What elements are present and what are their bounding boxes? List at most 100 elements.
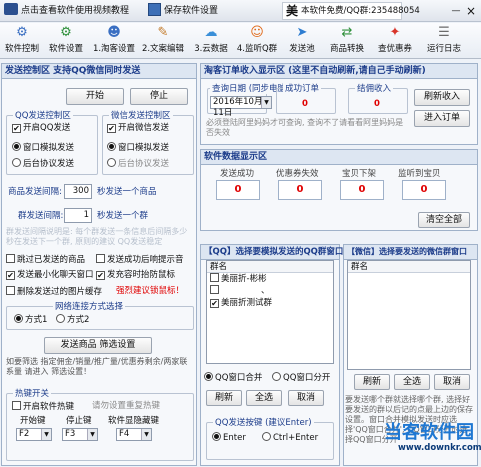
wx-send-control-title: 微信发送控制区 xyxy=(109,109,173,121)
hotkey-duplicate-note: 请勿设置重复热键 xyxy=(92,401,161,411)
chevron-down-icon: ▼ xyxy=(141,429,151,440)
group-interval-input[interactable]: 1 xyxy=(64,208,92,223)
tool-taoke-settings[interactable]: ☻ 1.淘客设置 xyxy=(90,24,138,58)
hotkey-hide-label: 软件显隐藏键 xyxy=(108,416,160,426)
qq-group-list: 群名 美丽折-彬彬 、 ✔ 美丽折测试群 xyxy=(206,260,334,364)
network-mode2-radio[interactable]: 方式2 xyxy=(56,314,89,326)
success-orders-value: 0 xyxy=(302,99,308,109)
hotkey-enable-checkbox[interactable]: 开启软件热键 xyxy=(12,401,74,413)
qq-send-key-title: QQ发送按键 (建议Enter) xyxy=(213,416,314,428)
group-interval-label: 群发送间隔: xyxy=(18,211,64,221)
hotkey-stop-label: 停止键 xyxy=(66,416,92,426)
item-interval-label: 商品发送间隔: xyxy=(8,187,62,197)
filter-settings-button[interactable]: 发送商品 筛选设置 xyxy=(44,337,152,354)
tool-software-control[interactable]: ⚙ 软件控制 xyxy=(2,24,42,58)
wx-window-sim-radio[interactable]: 窗口模拟发送 xyxy=(107,142,169,154)
send-control-header: 发送控制区 支持QQ微信同时发送 xyxy=(1,63,197,79)
anti-mouse-checkbox[interactable]: ✔ 发充容时抬防鼠标 xyxy=(96,270,175,281)
settings-icon: ⚙ xyxy=(60,25,72,40)
wx-select-all-button[interactable]: 全选 xyxy=(394,374,430,390)
stat-monitored-value: 0 xyxy=(402,180,446,200)
app-logo-icon: 美 xyxy=(286,4,299,18)
tool-run-log[interactable]: ☰ 运行日志 xyxy=(422,24,466,58)
item-interval-suffix: 秒发送一个商品 xyxy=(97,187,157,197)
send-icon: ➤ xyxy=(296,25,308,40)
group-interval-suffix: 秒发送一个群 xyxy=(97,211,149,221)
settled-income-value: 0 xyxy=(374,99,380,109)
coupon-icon: ✦ xyxy=(389,25,401,40)
network-mode1-radio[interactable]: 方式1 xyxy=(14,314,47,326)
qq-group-column-header: 群名 xyxy=(207,261,333,273)
group-icon: ☺ xyxy=(250,25,264,40)
list-item[interactable]: 、 xyxy=(207,285,333,297)
stat-coupon-expired-label: 优惠券失效 xyxy=(276,169,319,179)
list-item[interactable]: ✔ 美丽折测试群 xyxy=(207,297,333,309)
tool-monitor-qq-group[interactable]: ☺ 4.监听Q群 xyxy=(234,24,280,58)
query-date-picker[interactable]: 2016年10月11日 ▼ xyxy=(210,96,272,118)
wx-group-column-header: 群名 xyxy=(348,261,470,273)
stat-sent-label: 发送成功 xyxy=(220,169,255,179)
lock-mouse-warning: 强烈建议锁鼠标！ xyxy=(116,286,185,296)
hotkey-hide-select[interactable]: F4 ▼ xyxy=(116,428,152,441)
wx-cancel-button[interactable]: 取消 xyxy=(434,374,470,390)
minimize-chat-checkbox[interactable]: ✔ 发送最小化聊天窗口 xyxy=(6,270,94,281)
filter-note: 如要筛选 指定佣金/销量/推广量/优惠券剩余/两家联系量 请进入 筛选设置！ xyxy=(6,357,188,376)
qq-group-header: 【QQ】选择要模拟发送的QQ群窗口 xyxy=(200,244,343,260)
settled-income-label: 结佣收入 xyxy=(355,82,394,94)
hotkey-start-select[interactable]: F2 ▼ xyxy=(16,428,52,441)
qq-backend-radio[interactable]: 后台协议发送 xyxy=(12,158,74,170)
tool-check-coupon[interactable]: ✦ 查优惠券 xyxy=(374,24,416,58)
refresh-income-button[interactable]: 刷新收入 xyxy=(414,89,470,106)
delete-image-cache-checkbox[interactable]: 删除发送过的图片缓存 xyxy=(6,286,102,298)
wx-backend-radio[interactable]: 后台协议发送 xyxy=(107,158,169,170)
cloud-icon: ☁ xyxy=(204,25,218,40)
top-bar: 点击查看软件使用视频教程 保存软件设置 美 本软件免费/QQ群:23548805… xyxy=(0,0,481,22)
hotkey-start-label: 开始键 xyxy=(20,416,46,426)
start-button[interactable]: 开始 xyxy=(66,88,124,105)
tool-cloud-data[interactable]: ☁ 3.云数据 xyxy=(190,24,232,58)
save-settings-button[interactable]: 保存软件设置 xyxy=(148,3,218,19)
qq-select-all-button[interactable]: 全选 xyxy=(246,390,282,406)
tool-product-convert[interactable]: ⇄ 商品转换 xyxy=(326,24,368,58)
item-interval-input[interactable]: 300 xyxy=(64,184,92,199)
wx-enable-checkbox[interactable]: ✔ 开启微信发送 xyxy=(107,123,169,134)
key-enter-radio[interactable]: Enter xyxy=(212,432,246,444)
qq-cancel-button[interactable]: 取消 xyxy=(288,390,324,406)
tool-copy-edit[interactable]: ✎ 2.文案编辑 xyxy=(139,24,187,58)
qq-window-split-radio[interactable]: QQ窗口分开 xyxy=(272,372,330,384)
key-ctrl-enter-radio[interactable]: Ctrl+Enter xyxy=(262,432,318,444)
close-button[interactable]: × xyxy=(465,3,477,19)
stop-button[interactable]: 停止 xyxy=(130,88,188,105)
success-sound-checkbox[interactable]: 发送成功后响提示音 xyxy=(96,254,184,266)
skip-sent-checkbox[interactable]: 跳过已发送的商品 xyxy=(6,254,85,266)
stat-delisted-value: 0 xyxy=(340,180,384,200)
order-income-header: 淘客订单收入显示区 (这里不自动刷新,请自己手动刷新) xyxy=(200,63,478,79)
stat-delisted-label: 宝贝下架 xyxy=(342,169,377,179)
qq-window-sim-radio[interactable]: 窗口模拟发送 xyxy=(12,142,74,154)
qq-enable-checkbox[interactable]: ✔ 开启QQ发送 xyxy=(12,123,70,134)
hotkey-stop-select[interactable]: F3 ▼ xyxy=(62,428,98,441)
gear-icon: ⚙ xyxy=(16,25,28,40)
free-notice-box: 美 本软件免费/QQ群:235488054 xyxy=(282,2,420,20)
wx-group-list: 群名 xyxy=(347,260,471,370)
hotkey-title: 热键开关 xyxy=(13,387,52,399)
list-item[interactable]: 美丽折-彬彬 xyxy=(207,273,333,285)
qq-window-merge-radio[interactable]: QQ窗口合并 xyxy=(204,372,262,384)
watermark-url: www.downkr.com xyxy=(398,443,481,453)
stat-coupon-expired-value: 0 xyxy=(278,180,322,200)
clear-all-button[interactable]: 清空全部 xyxy=(418,212,470,228)
stat-monitored-label: 监听到宝贝 xyxy=(398,169,441,179)
convert-icon: ⇄ xyxy=(341,25,353,40)
success-orders-label: 成功订单 xyxy=(283,82,322,94)
minimize-button[interactable]: — xyxy=(450,3,462,19)
tool-send-pool[interactable]: ➤ 发送池 xyxy=(284,24,320,58)
stat-sent-value: 0 xyxy=(216,180,260,200)
qq-refresh-button[interactable]: 刷新 xyxy=(206,390,242,406)
free-notice-text: 本软件免费/QQ群:235488054 xyxy=(301,6,420,16)
wx-refresh-button[interactable]: 刷新 xyxy=(354,374,390,390)
tool-software-settings[interactable]: ⚙ 软件设置 xyxy=(46,24,86,58)
wx-group-header: 【微信】选择要发送的微信群窗口 xyxy=(343,244,478,260)
enter-orders-button[interactable]: 进入订单 xyxy=(414,110,470,127)
video-tutorial-link[interactable]: 点击查看软件使用视频教程 xyxy=(4,3,129,19)
network-mode-title: 网络连接方式选择 xyxy=(53,300,126,312)
